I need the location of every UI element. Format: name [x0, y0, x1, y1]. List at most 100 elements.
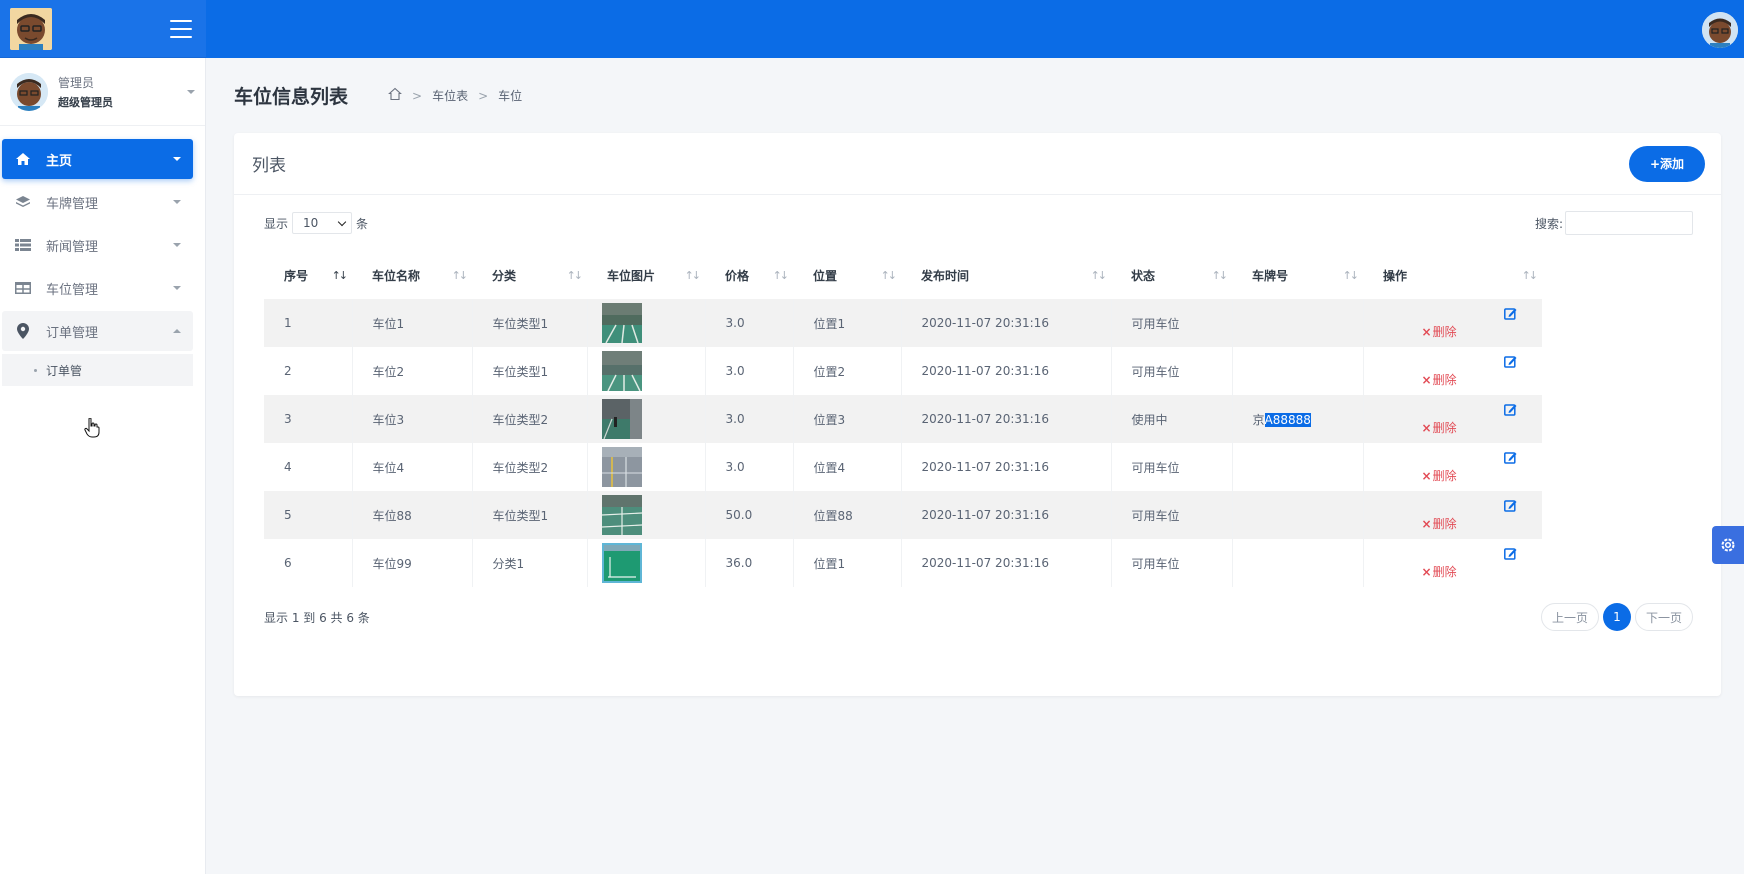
sort-icon[interactable]: ↑↓ [567, 269, 584, 282]
parking-photo-thumbnail[interactable] [601, 303, 642, 343]
home-icon[interactable] [388, 87, 402, 104]
cell-price: 50.0 [705, 491, 794, 539]
sidebar-item-home[interactable]: 主页 [2, 139, 193, 179]
delete-link[interactable]: ×删除 [1422, 325, 1457, 339]
edit-icon[interactable] [1503, 499, 1517, 515]
sidebar-item-orders[interactable]: 订单管理 [2, 311, 193, 351]
table-row: 3 车位3 车位类型2 3.0 位置3 2020-11-07 20:31:16 … [264, 395, 1542, 443]
delete-link[interactable]: ×删除 [1422, 565, 1457, 579]
cell-price: 3.0 [705, 347, 794, 395]
cell-plate [1232, 491, 1364, 539]
cell-location: 位置2 [793, 347, 902, 395]
menu-toggle-icon[interactable] [170, 19, 192, 38]
column-header[interactable]: 发布时间 ↑↓ [901, 251, 1111, 299]
next-page-button[interactable]: 下一页 [1634, 603, 1693, 631]
chevron-down-icon [337, 217, 347, 226]
cell-plate [1232, 299, 1364, 347]
sort-icon[interactable]: ↑↓ [332, 269, 349, 282]
chevron-down-icon [173, 286, 181, 290]
edit-icon[interactable] [1503, 403, 1517, 419]
sort-icon[interactable]: ↑↓ [685, 269, 702, 282]
parking-photo-thumbnail[interactable] [601, 447, 642, 487]
parking-photo-thumbnail[interactable] [601, 399, 642, 439]
cell-actions: ×删除 [1363, 347, 1542, 395]
edit-icon[interactable] [1503, 355, 1517, 371]
sidebar-item-news[interactable]: 新闻管理 [2, 225, 193, 265]
sort-icon[interactable]: ↑↓ [1212, 269, 1229, 282]
delete-link[interactable]: ×删除 [1422, 469, 1457, 483]
column-header-label: 分类 [492, 268, 517, 283]
sort-icon[interactable]: ↑↓ [881, 269, 898, 282]
cell-price: 3.0 [705, 395, 794, 443]
table-row: 6 车位99 分类1 36.0 位置1 2020-11-07 20:31:16 … [264, 539, 1542, 587]
edit-icon[interactable] [1503, 451, 1517, 467]
table-icon [14, 279, 32, 297]
prev-page-button[interactable]: 上一页 [1540, 603, 1599, 631]
column-header[interactable]: 分类 ↑↓ [472, 251, 587, 299]
sort-icon[interactable]: ↑↓ [1091, 269, 1108, 282]
cell-image [587, 299, 706, 347]
cell-id: 5 [264, 491, 353, 539]
top-user-avatar[interactable] [1702, 12, 1738, 48]
sort-icon[interactable]: ↑↓ [1343, 269, 1360, 282]
sidebar-item-plates[interactable]: 车牌管理 [2, 182, 193, 222]
sidebar-subitem-orders[interactable]: 订单管 [2, 354, 193, 386]
cell-category: 车位类型2 [472, 395, 588, 443]
chevron-down-icon[interactable] [187, 89, 195, 94]
column-header[interactable]: 序号 ↑↓ [264, 251, 352, 299]
add-button[interactable]: +添加 [1629, 145, 1705, 182]
page-length-select[interactable]: 10 [292, 212, 353, 234]
chevron-down-icon [173, 243, 181, 247]
map-marker-icon [14, 322, 32, 340]
card-title: 列表 [252, 156, 286, 176]
close-icon: × [1421, 372, 1432, 387]
gear-icon [1721, 538, 1735, 552]
cell-time: 2020-11-07 20:31:16 [901, 539, 1112, 587]
cell-actions: ×删除 [1363, 299, 1542, 347]
settings-toggle[interactable] [1712, 526, 1744, 564]
parking-photo-thumbnail[interactable] [601, 543, 642, 583]
plate-prefix: 京 [1252, 412, 1265, 427]
column-header[interactable]: 价格 ↑↓ [705, 251, 793, 299]
breadcrumb-item[interactable]: 车位表 [432, 87, 468, 104]
column-header-label: 位置 [813, 268, 838, 283]
sidebar-item-parking[interactable]: 车位管理 [2, 268, 193, 308]
sort-icon[interactable]: ↑↓ [452, 269, 469, 282]
user-name: 管理员 [58, 75, 95, 90]
edit-icon[interactable] [1503, 547, 1517, 563]
delete-link[interactable]: ×删除 [1422, 517, 1457, 531]
cell-id: 6 [264, 539, 353, 587]
table-footer: 显示 1 到 6 共 6 条 上一页 1 下一页 [234, 593, 1721, 641]
chevron-up-icon [173, 329, 181, 333]
delete-link[interactable]: ×删除 [1422, 421, 1457, 435]
edit-icon[interactable] [1503, 307, 1517, 323]
column-header-label: 操作 [1383, 268, 1408, 283]
cell-plate: 京A88888 [1232, 395, 1364, 443]
logo-avatar-icon [10, 7, 52, 50]
sidebar-item-label: 新闻管理 [46, 239, 99, 255]
column-header-label: 发布时间 [921, 268, 970, 283]
sidebar-user-panel[interactable]: 管理员 超级管理员 [0, 58, 205, 126]
cell-image [587, 491, 706, 539]
user-role: 超级管理员 [58, 95, 113, 109]
column-header[interactable]: 车位名称 ↑↓ [352, 251, 472, 299]
cell-image [587, 347, 706, 395]
cell-location: 位置1 [793, 299, 902, 347]
column-header[interactable]: 状态 ↑↓ [1111, 251, 1232, 299]
parking-photo-thumbnail[interactable] [601, 351, 642, 391]
sort-icon[interactable]: ↑↓ [1522, 269, 1539, 282]
delete-link[interactable]: ×删除 [1422, 373, 1457, 387]
sort-icon[interactable]: ↑↓ [773, 269, 790, 282]
column-header[interactable]: 位置 ↑↓ [793, 251, 901, 299]
sidebar-item-label: 主页 [46, 153, 73, 169]
column-header[interactable]: 车位图片 ↑↓ [587, 251, 705, 299]
column-header[interactable]: 车牌号 ↑↓ [1232, 251, 1363, 299]
search-input[interactable] [1565, 211, 1693, 235]
cell-name: 车位4 [352, 443, 473, 491]
search-label: 搜索: [1534, 216, 1563, 231]
close-icon: × [1421, 420, 1432, 435]
page-number-button[interactable]: 1 [1602, 603, 1631, 631]
column-header[interactable]: 操作 ↑↓ [1363, 251, 1542, 299]
cell-price: 3.0 [705, 443, 794, 491]
parking-photo-thumbnail[interactable] [601, 495, 642, 535]
